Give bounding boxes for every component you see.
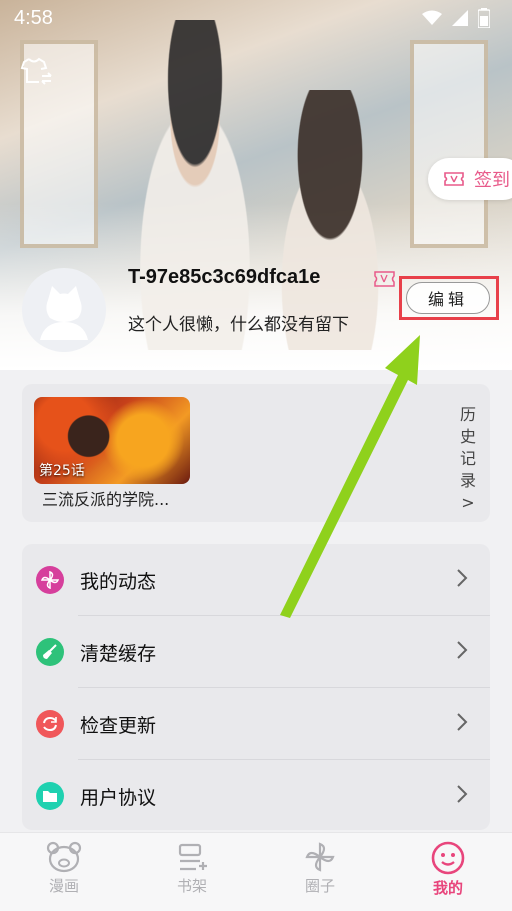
refresh-icon [36,710,64,738]
status-time: 4:58 [14,7,53,29]
menu-item-label: 我的动态 [80,570,157,593]
bear-icon [46,841,82,873]
pinwheel-icon [305,842,335,872]
bookshelf-icon [178,843,207,871]
tab-comics[interactable]: 漫画 [24,841,104,896]
wifi-icon [422,10,442,25]
chevron-right-icon [457,785,468,803]
comic-title[interactable]: 三流反派的学院... [42,486,169,510]
chevron-right-icon: > [461,493,475,512]
battery-icon [478,8,490,28]
tab-community[interactable]: 圈子 [280,841,360,896]
profile-bio: 这个人很懒，什么都没有留下 [128,315,349,335]
menu-item-clear-cache[interactable]: 清楚缓存 [22,616,490,688]
menu-item-label: 清楚缓存 [80,642,157,665]
reading-history-card[interactable]: 第25话 三流反派的学院... 历史记录 > [22,384,490,522]
history-record-link[interactable]: 历史记录 > [458,404,478,514]
menu-item-my-activity[interactable]: 我的动态 [22,544,490,616]
chapter-label: 第25话 [39,463,85,479]
checkin-button[interactable]: 签到 [428,158,512,200]
tab-label: 我的 [432,879,463,897]
menu-item-user-agreement[interactable]: 用户协议 [22,760,490,832]
tab-label: 书架 [176,877,207,895]
background-window [410,40,488,248]
chevron-right-icon [457,713,468,731]
cat-avatar-icon [40,286,88,340]
vip-ticket-icon [374,271,395,287]
tab-label: 漫画 [48,877,79,895]
ticket-icon [444,172,464,186]
chevron-right-icon [457,641,468,659]
change-theme-button[interactable] [20,56,54,86]
settings-menu: 我的动态 清楚缓存 检查更新 用户协议 [22,544,490,830]
signal-icon [452,10,468,26]
tab-label: 圈子 [304,877,335,895]
folder-icon [36,782,64,810]
menu-item-label: 检查更新 [80,714,157,737]
broom-icon [36,638,64,666]
avatar[interactable] [22,268,106,352]
bottom-navigation: 漫画 书架 圈子 我的 [0,832,512,911]
history-link-label: 历史记录 [459,405,476,490]
chevron-right-icon [457,569,468,587]
status-bar: 4:58 [0,0,512,36]
pinwheel-icon [36,566,64,594]
checkin-label: 签到 [474,170,510,191]
tab-mine[interactable]: 我的 [408,841,488,898]
menu-item-check-update[interactable]: 检查更新 [22,688,490,760]
tab-bookshelf[interactable]: 书架 [152,841,232,896]
menu-item-label: 用户协议 [80,786,157,809]
tshirt-swap-icon [20,57,52,85]
annotation-highlight-box [399,276,499,320]
smiley-icon [431,841,465,875]
username: T-97e85c3c69dfca1e [128,266,321,288]
comic-cover-thumbnail[interactable]: 第25话 [34,397,190,484]
